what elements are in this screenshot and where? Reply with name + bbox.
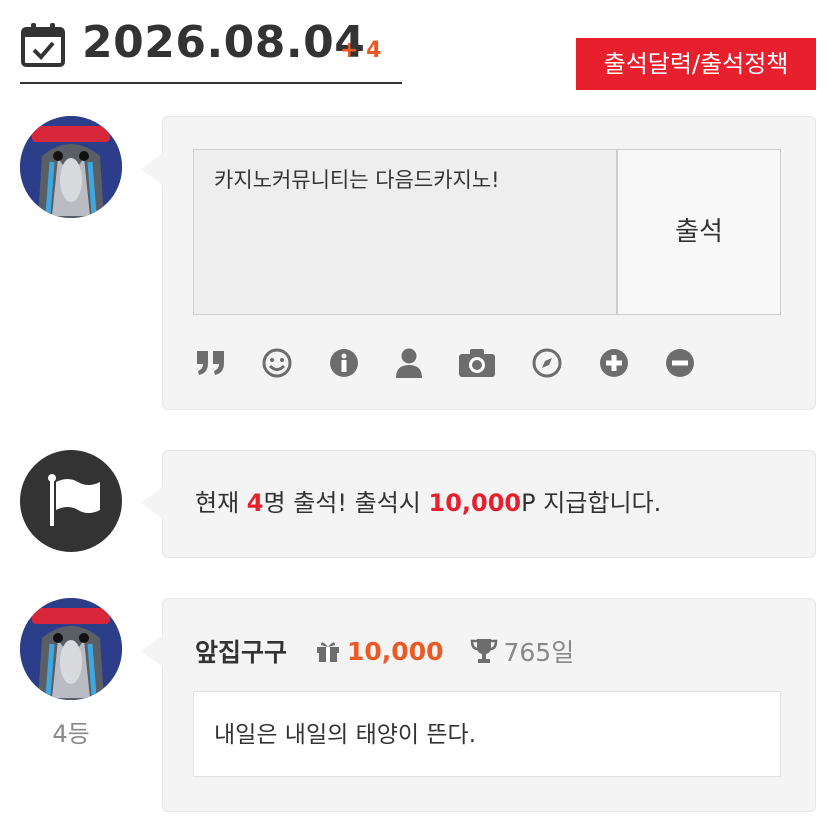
editor-toolbar xyxy=(193,345,713,381)
entry-comment: 내일은 내일의 태양이 뜬다. xyxy=(193,691,781,777)
attendance-entry: 앞집구구 10,000 765일 내일은 내일의 태양이 뜬다. xyxy=(141,598,816,812)
gift-icon xyxy=(317,642,340,662)
user-avatar xyxy=(20,598,122,700)
trophy-icon xyxy=(470,639,497,663)
smiley-icon[interactable] xyxy=(259,345,295,381)
camera-icon[interactable] xyxy=(457,345,497,381)
username[interactable]: 앞집구구 xyxy=(195,633,287,669)
attendance-policy-button[interactable]: 출석달력/출석정책 xyxy=(576,38,816,90)
quote-icon[interactable] xyxy=(193,345,229,381)
current-date: 2026.08.04 xyxy=(82,17,366,68)
avatar xyxy=(20,116,122,218)
checkin-form: 카지노커뮤니티는 다음드카지노! 출석 xyxy=(141,116,816,410)
attendance-status: 현재 4명 출석! 출석시 10,000P 지급합니다. xyxy=(141,450,816,558)
user-icon[interactable] xyxy=(391,345,427,381)
entry-points: 10,000 xyxy=(347,636,444,666)
info-icon[interactable] xyxy=(326,345,362,381)
entry-meta: 앞집구구 10,000 765일 xyxy=(195,633,574,669)
date-delta: + 4 xyxy=(340,38,382,63)
reward-points: 10,000 xyxy=(428,489,522,517)
attendance-count: 4 xyxy=(246,489,264,517)
rank-label: 4등 xyxy=(52,720,90,748)
date-header: 2026.08.04 + 4 xyxy=(20,14,402,84)
attendance-status-text: 현재 4명 출석! 출석시 10,000P 지급합니다. xyxy=(195,489,662,517)
compass-icon[interactable] xyxy=(529,345,565,381)
checkin-message-input[interactable]: 카지노커뮤니티는 다음드카지노! xyxy=(193,149,617,315)
attendance-days: 765일 xyxy=(503,638,575,667)
calendar-check-icon xyxy=(21,23,65,67)
flag-icon xyxy=(20,450,122,552)
checkin-submit-button[interactable]: 출석 xyxy=(617,149,781,315)
minus-circle-icon[interactable] xyxy=(662,345,698,381)
plus-circle-icon[interactable] xyxy=(596,345,632,381)
